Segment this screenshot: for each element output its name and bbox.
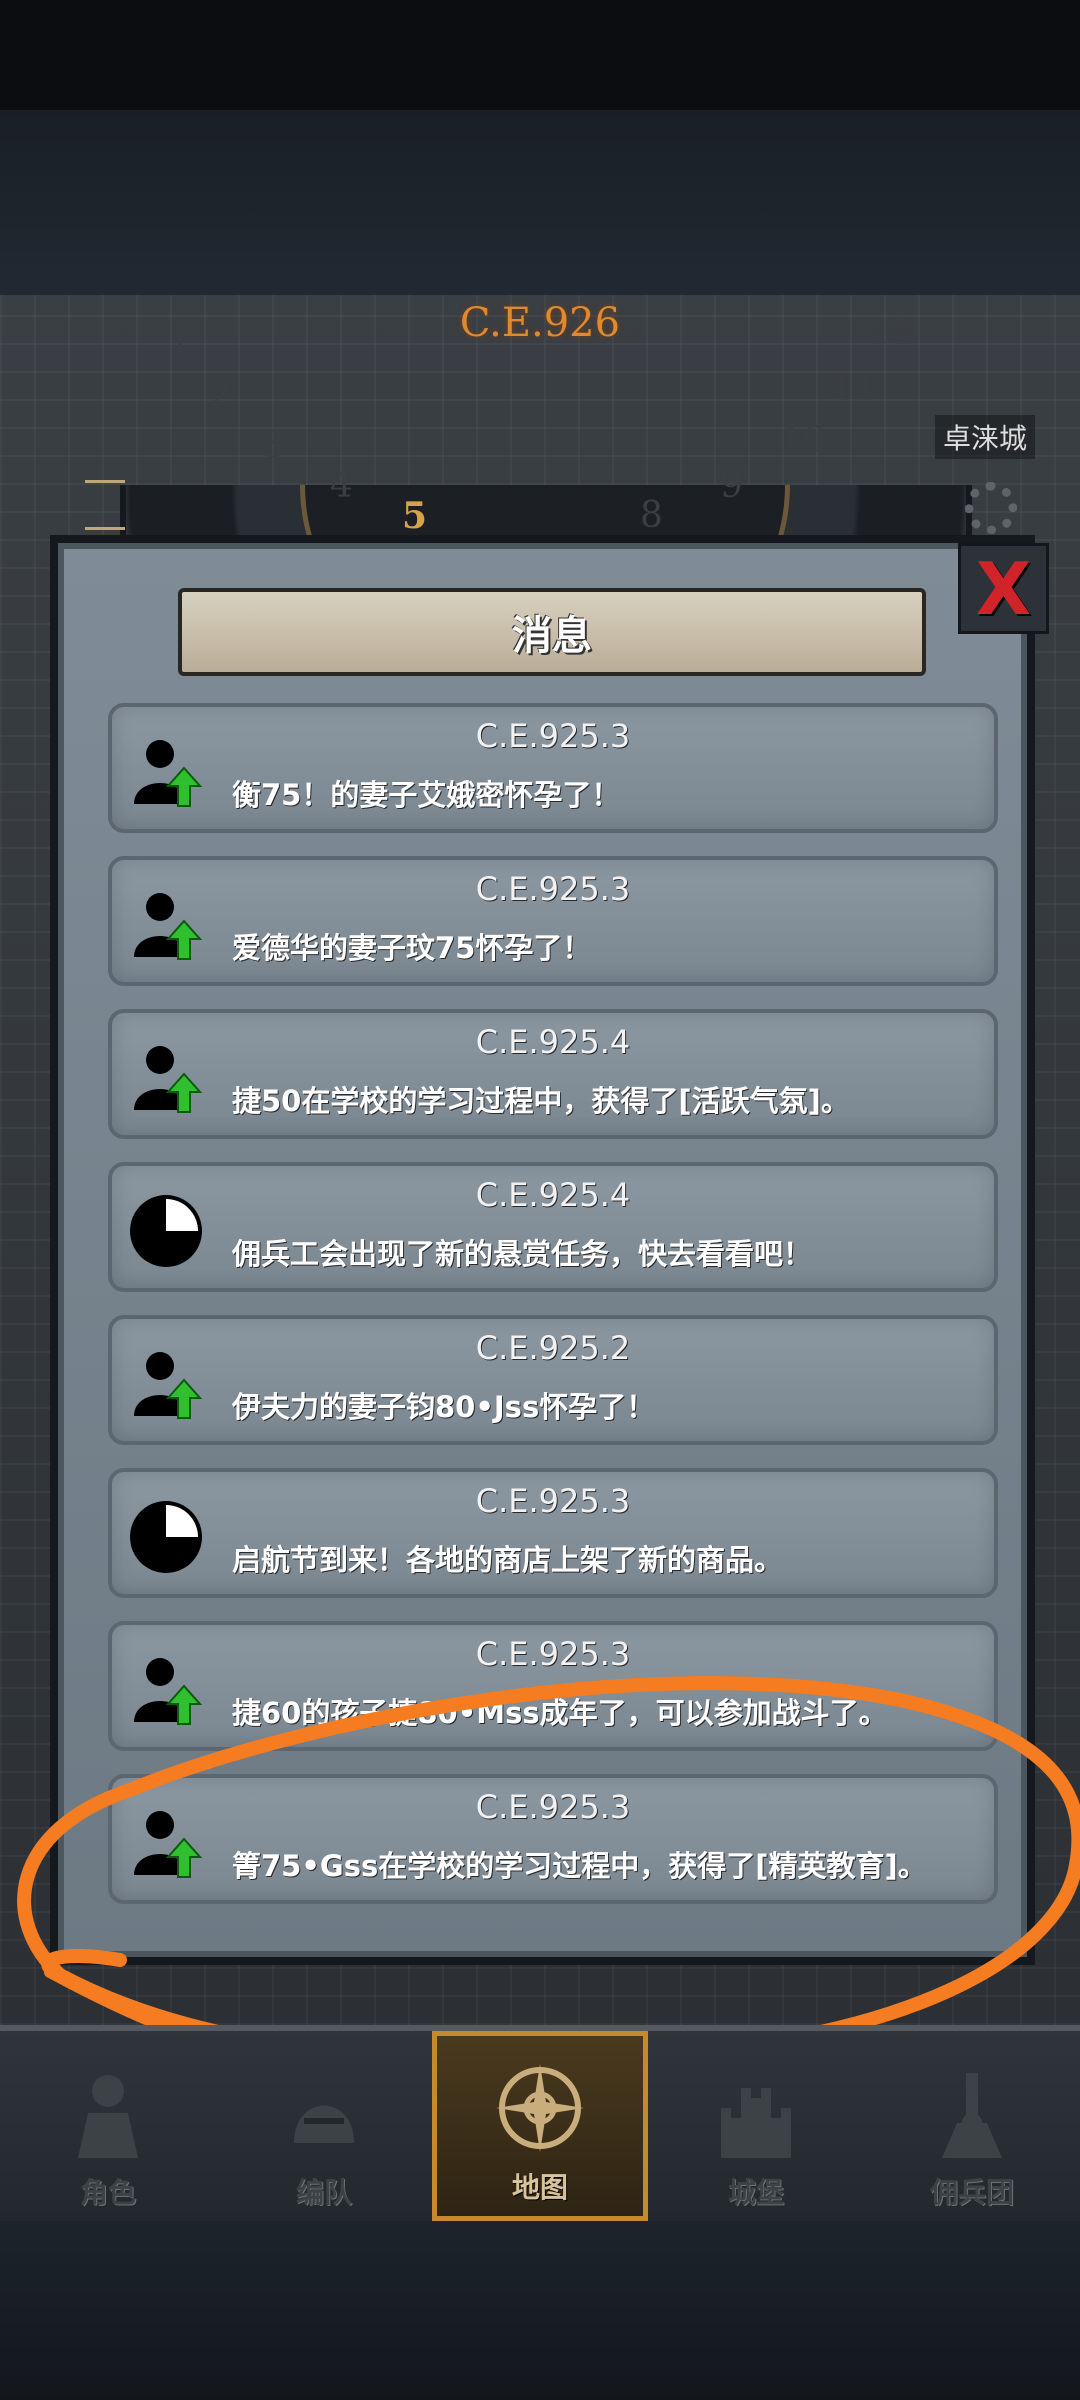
message-date: C.E.925.3 <box>475 870 631 908</box>
message-text: 捷60的孩子捷80•Mss成年了，可以参加战斗了。 <box>232 1696 888 1730</box>
tab-formation[interactable]: 编队 <box>216 2031 432 2221</box>
tab-label-formation: 编队 <box>295 2176 352 2209</box>
message-date: C.E.925.4 <box>475 1023 631 1061</box>
knight-icon <box>78 2075 138 2158</box>
message-date: C.E.925.2 <box>475 1329 631 1367</box>
message-text: 衡75！的妻子艾娥密怀孕了！ <box>232 778 621 812</box>
panel-title: 消息 <box>178 588 926 676</box>
castle-icon <box>721 2088 791 2158</box>
message-date: C.E.925.3 <box>475 1635 631 1673</box>
message-date: C.E.925.3 <box>475 1482 631 1520</box>
tab-label-castle: 城堡 <box>727 2176 784 2209</box>
message-date: C.E.925.3 <box>475 1788 631 1826</box>
dial-month-8: 8 <box>640 495 663 536</box>
message-text: 佣兵工会出现了新的悬赏任务，快去看看吧！ <box>232 1237 813 1271</box>
dial-month-11: 11 <box>830 368 876 409</box>
message-date: C.E.925.3 <box>475 717 631 755</box>
message-text: 爱德华的妻子玟75怀孕了！ <box>232 931 592 965</box>
hourglass-icon[interactable] <box>85 480 125 530</box>
gear-icon[interactable] <box>965 482 1017 534</box>
dial-month-3: 3 <box>262 425 285 466</box>
top-background <box>0 110 1080 295</box>
city-label[interactable]: 卓涞城 <box>935 415 1036 459</box>
close-button[interactable]: X <box>958 543 1049 634</box>
compass-icon <box>496 2064 584 2152</box>
message-item[interactable]: C.E.925.3 捷60的孩子捷80•Mss成年了，可以参加战斗了。 <box>108 1621 998 1751</box>
message-date: C.E.925.4 <box>475 1176 631 1214</box>
tab-mercenary[interactable]: 佣兵团 <box>864 2031 1080 2221</box>
tab-label-character: 角色 <box>79 2176 136 2209</box>
dial-month-4: 4 <box>330 465 353 506</box>
bottom-background <box>0 2215 1080 2400</box>
tab-label-mercenary: 佣兵团 <box>929 2176 1014 2209</box>
mercenary-icon <box>942 2073 1002 2158</box>
dial-month-9: 9 <box>720 465 743 506</box>
message-item[interactable]: C.E.925.3 爱德华的妻子玟75怀孕了！ <box>108 856 998 986</box>
year-display: C.E.926 <box>459 300 621 346</box>
message-text: 启航节到来！各地的商店上架了新的商品。 <box>232 1543 784 1577</box>
message-item[interactable]: C.E.925.4 佣兵工会出现了新的悬赏任务，快去看看吧！ <box>108 1162 998 1292</box>
message-item[interactable]: C.E.925.3 启航节到来！各地的商店上架了新的商品。 <box>108 1468 998 1598</box>
message-text: 箐75•Gss在学校的学习过程中，获得了[精英教育]。 <box>232 1849 927 1883</box>
tab-map[interactable]: 地图 <box>432 2031 648 2221</box>
message-text: 捷50在学校的学习过程中，获得了[活跃气氛]。 <box>232 1084 850 1118</box>
helmet-icon <box>294 2105 354 2143</box>
tab-character[interactable]: 角色 <box>0 2031 216 2221</box>
message-item[interactable]: C.E.925.3 衡75！的妻子艾娥密怀孕了！ <box>108 703 998 833</box>
dial-month-10: 10 <box>780 420 826 461</box>
tab-label-map: 地图 <box>511 2171 568 2204</box>
dial-month-5-active[interactable]: 5 <box>402 495 427 537</box>
tab-castle[interactable]: 城堡 <box>648 2031 864 2221</box>
message-item[interactable]: C.E.925.3 箐75•Gss在学校的学习过程中，获得了[精英教育]。 <box>108 1774 998 1904</box>
message-item[interactable]: C.E.925.2 伊夫力的妻子钧80•Jss怀孕了！ <box>108 1315 998 1445</box>
message-text: 伊夫力的妻子钧80•Jss怀孕了！ <box>232 1390 656 1424</box>
dial-month-1: 1 <box>168 318 191 359</box>
message-item[interactable]: C.E.925.4 捷50在学校的学习过程中，获得了[活跃气氛]。 <box>108 1009 998 1139</box>
bottom-tab-bar: 角色 编队 地图 城堡 佣兵团 <box>0 2025 1080 2221</box>
dial-month-2: 2 <box>208 375 231 416</box>
dial-month-12: 12 <box>868 312 914 353</box>
messages-panel: 消息 X C.E.925.3 衡75！的妻子艾娥密怀孕了！ C.E.925.3 爱德华… <box>50 535 1049 1965</box>
